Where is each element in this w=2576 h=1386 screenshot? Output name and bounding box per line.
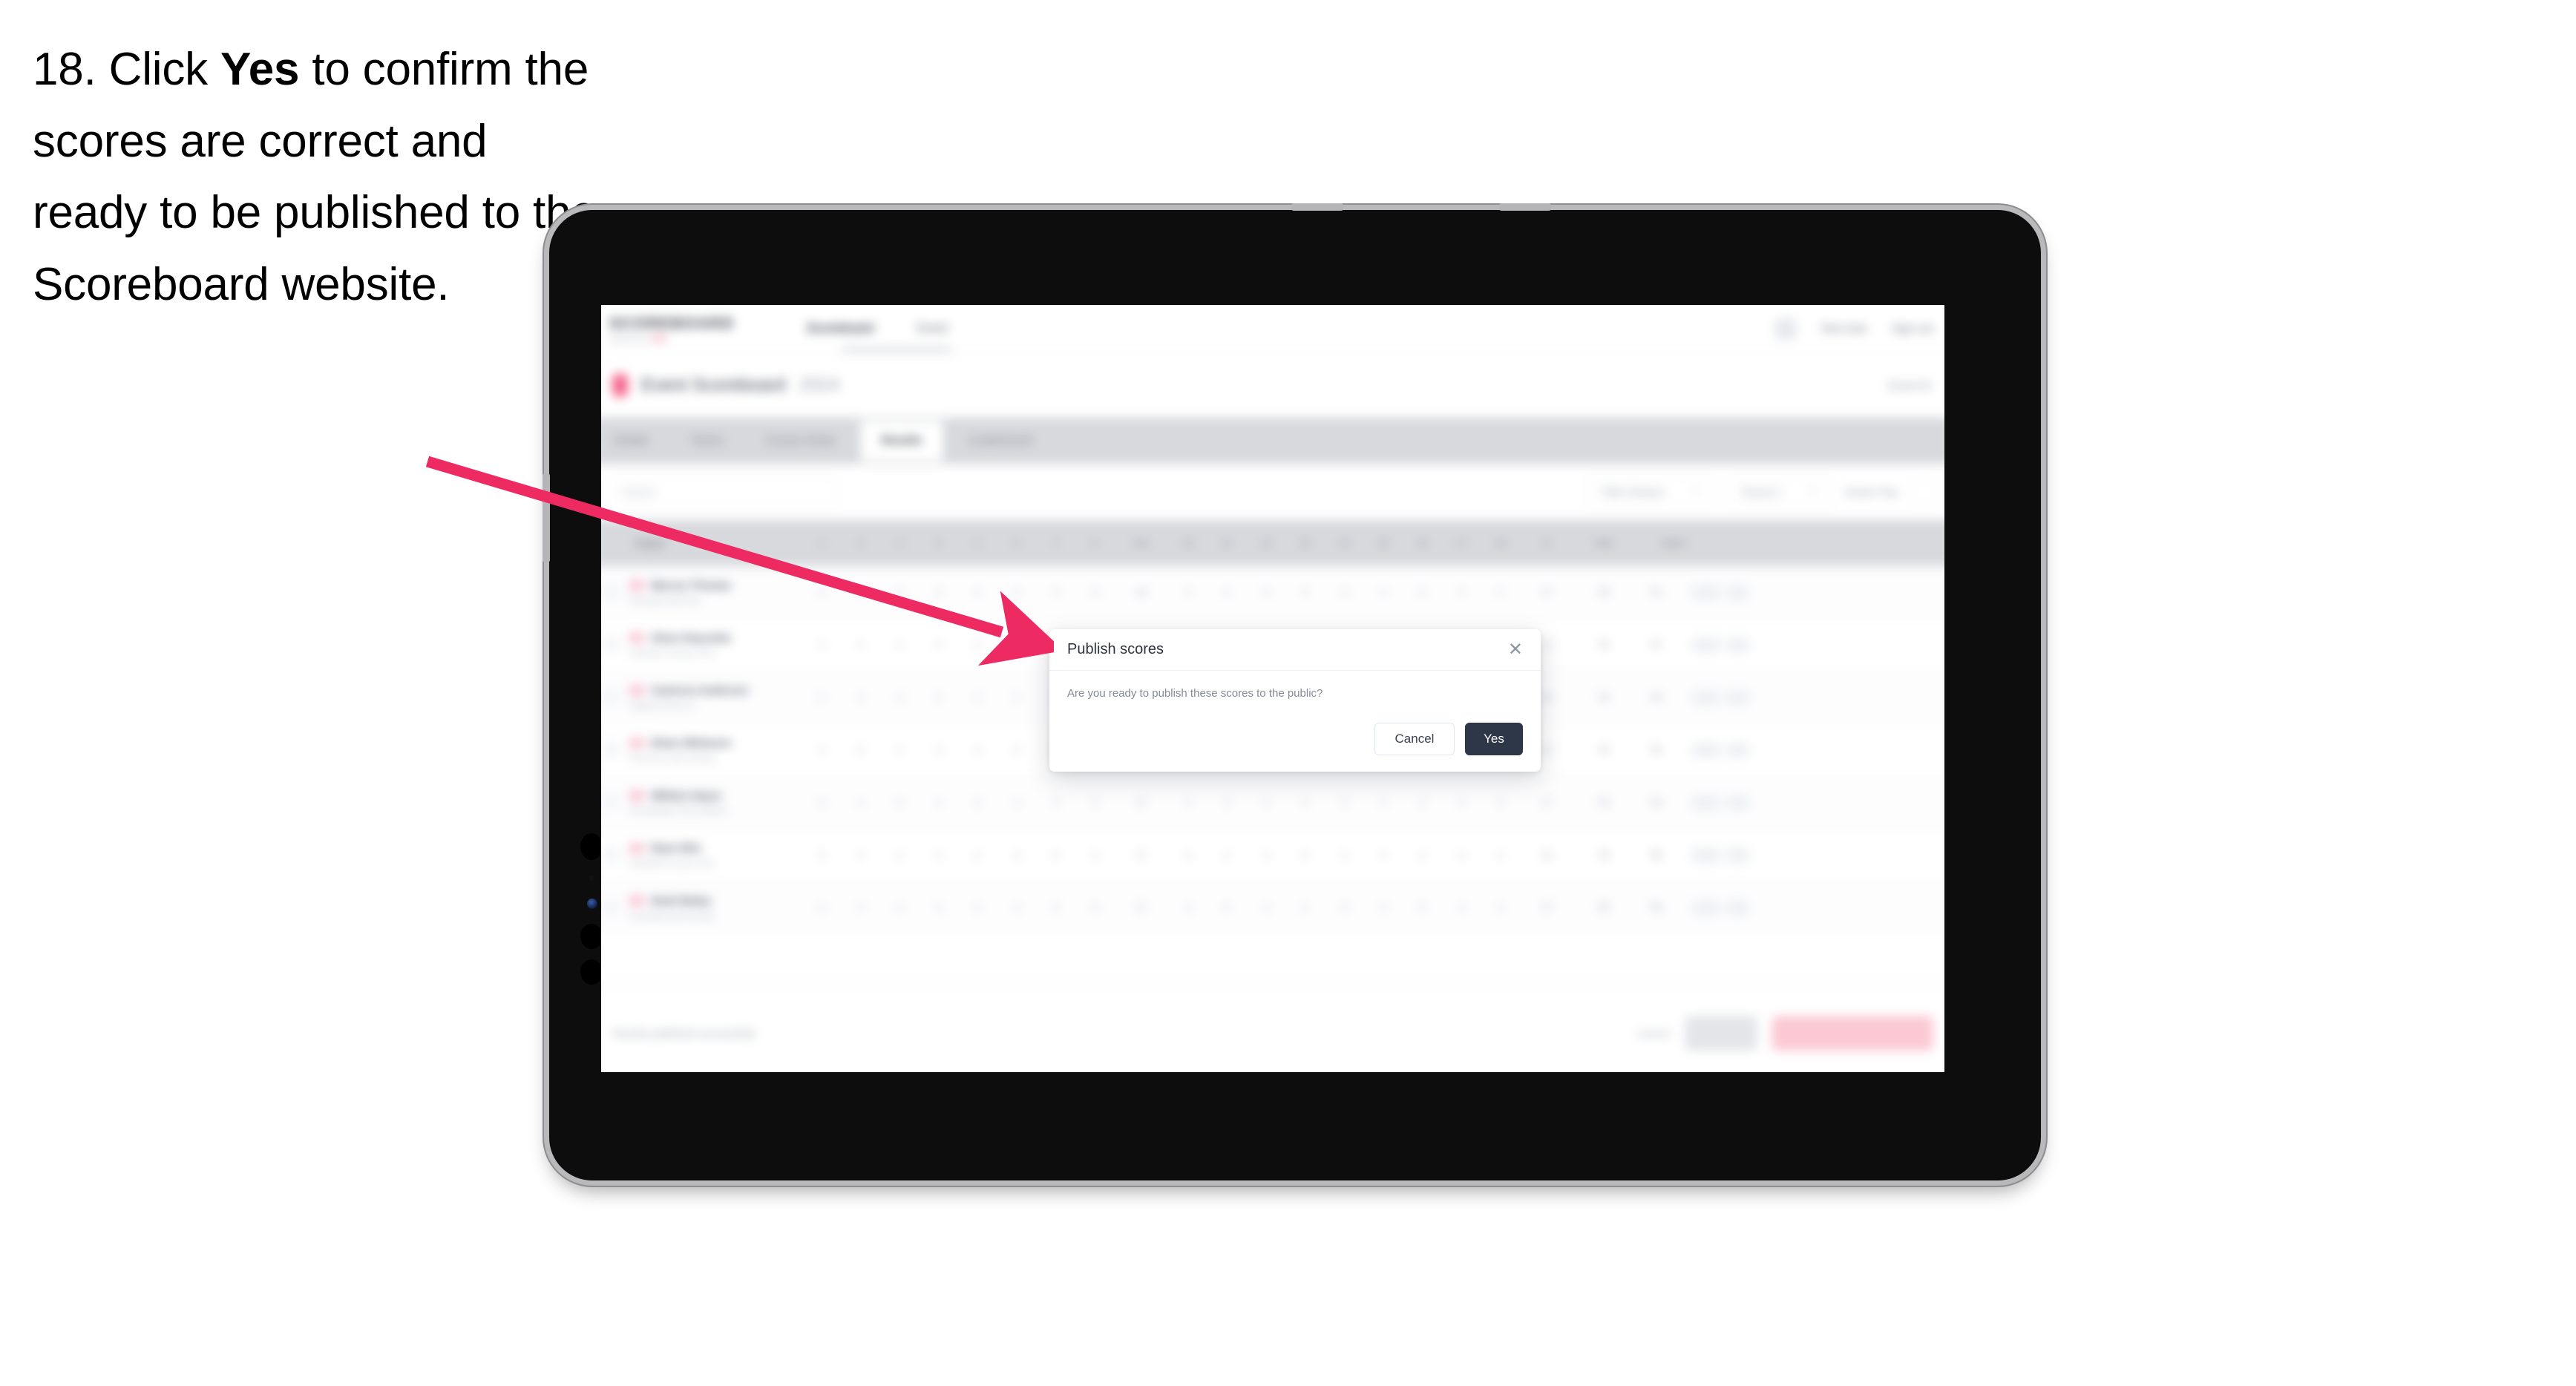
instruction-caption: 18. Click Yes to confirm the scores are … — [33, 34, 597, 321]
tablet-device: SCOREBOARD powered by SSE Scoreboard Eve… — [543, 203, 2041, 1180]
caption-emphasis: Yes — [220, 44, 300, 95]
antenna-band-left — [543, 473, 550, 562]
dialog-message: Are you ready to publish these scores to… — [1067, 687, 1323, 700]
tablet-screen: SCOREBOARD powered by SSE Scoreboard Eve… — [601, 305, 1944, 1072]
close-icon[interactable]: ✕ — [1508, 640, 1523, 659]
dialog-title: Publish scores — [1067, 641, 1164, 657]
publish-scores-dialog: Publish scores ✕ Are you ready to publis… — [1049, 629, 1541, 772]
front-camera-icon — [580, 833, 603, 860]
camera-lens-two-icon — [580, 924, 603, 949]
dialog-header: Publish scores ✕ — [1049, 629, 1541, 671]
dialog-actions: Cancel Yes — [1374, 723, 1523, 755]
caption-text-before: Click — [108, 44, 209, 95]
screenshot-root: 18. Click Yes to confirm the scores are … — [0, 0, 2576, 1386]
indicator-led-icon — [587, 899, 597, 909]
caption-step-number: 18. — [33, 44, 96, 95]
yes-button[interactable]: Yes — [1465, 723, 1523, 755]
sensor-dot-icon — [589, 875, 594, 881]
antenna-band-top-left — [1291, 203, 1343, 211]
camera-lens-three-icon — [580, 959, 603, 985]
antenna-band-top-right — [1499, 203, 1551, 211]
cancel-button[interactable]: Cancel — [1374, 723, 1455, 755]
